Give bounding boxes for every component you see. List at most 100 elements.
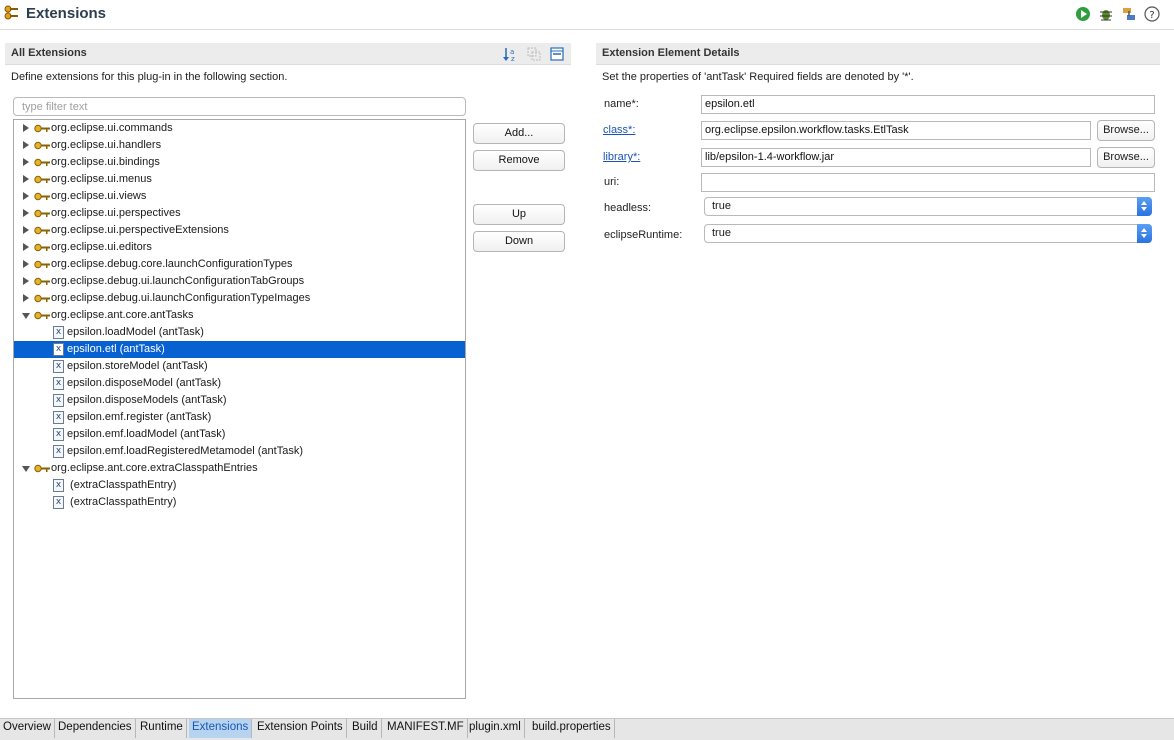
tree-item[interactable]: org.eclipse.ant.core.antTasks <box>14 307 465 324</box>
tree-item[interactable]: x epsilon.storeModel (antTask) <box>14 358 465 375</box>
extensions-tree[interactable]: org.eclipse.ui.commands org.eclipse.ui.h… <box>13 119 466 699</box>
tab-extension-points[interactable]: Extension Points <box>254 719 347 738</box>
tab-extensions[interactable]: Extensions <box>189 719 253 738</box>
expand-arrow-icon[interactable] <box>23 158 29 166</box>
help-icon[interactable]: ? <box>1144 6 1160 22</box>
extension-key-icon <box>34 158 50 167</box>
tree-item-selected[interactable]: x epsilon.etl (antTask) <box>14 341 465 358</box>
expand-arrow-icon[interactable] <box>23 209 29 217</box>
class-field[interactable]: org.eclipse.epsilon.workflow.tasks.EtlTa… <box>701 121 1091 140</box>
extension-key-icon <box>34 277 50 286</box>
tree-item[interactable]: x epsilon.loadModel (antTask) <box>14 324 465 341</box>
expand-arrow-icon[interactable] <box>23 175 29 183</box>
headless-select[interactable]: true <box>704 197 1152 216</box>
svg-text:?: ? <box>1149 10 1154 21</box>
tree-item[interactable]: org.eclipse.ui.editors <box>14 239 465 256</box>
library-browse-button[interactable]: Browse... <box>1097 147 1155 168</box>
extension-key-icon <box>34 464 50 473</box>
tree-item-label: org.eclipse.ui.views <box>51 190 147 202</box>
expand-arrow-icon[interactable] <box>23 141 29 149</box>
tab-manifest[interactable]: MANIFEST.MF <box>384 719 468 738</box>
tree-item[interactable]: org.eclipse.ui.perspectiveExtensions <box>14 222 465 239</box>
headless-label: headless: <box>604 202 652 214</box>
element-icon: x <box>53 343 64 356</box>
extension-key-icon <box>34 226 50 235</box>
tree-item-label: epsilon.emf.loadRegisteredMetamodel (ant… <box>67 445 304 457</box>
tree-item[interactable]: org.eclipse.debug.ui.launchConfiguration… <box>14 290 465 307</box>
editor-header: Extensions ? <box>0 0 1174 30</box>
library-field[interactable]: lib/epsilon-1.4-workflow.jar <box>701 148 1091 167</box>
tree-item[interactable]: org.eclipse.ui.bindings <box>14 154 465 171</box>
eclipse-runtime-select[interactable]: true <box>704 224 1152 243</box>
tree-item[interactable]: org.eclipse.ui.commands <box>14 120 465 137</box>
tree-item[interactable]: org.eclipse.ui.perspectives <box>14 205 465 222</box>
up-button[interactable]: Up <box>473 204 565 225</box>
expand-arrow-icon[interactable] <box>23 192 29 200</box>
expand-arrow-icon[interactable] <box>23 226 29 234</box>
tab-plugin-xml[interactable]: plugin.xml <box>466 719 525 738</box>
chevron-updown-icon[interactable] <box>1137 197 1152 216</box>
uri-field[interactable] <box>701 173 1155 192</box>
expand-arrow-icon[interactable] <box>23 277 29 285</box>
tab-dependencies[interactable]: Dependencies <box>55 719 136 738</box>
extension-key-icon <box>34 124 50 133</box>
tab-overview[interactable]: Overview <box>0 719 55 738</box>
class-link[interactable]: class*: <box>603 124 635 136</box>
tree-item[interactable]: org.eclipse.ant.core.extraClasspathEntri… <box>14 460 465 477</box>
tree-item[interactable]: x epsilon.disposeModels (antTask) <box>14 392 465 409</box>
svg-text:z: z <box>511 55 515 62</box>
expand-arrow-icon[interactable] <box>23 124 29 132</box>
tree-item-label: (extraClasspathEntry) <box>67 496 177 508</box>
tab-build-properties[interactable]: build.properties <box>529 719 615 738</box>
library-link[interactable]: library*: <box>603 151 640 163</box>
tree-item-label: org.eclipse.ui.bindings <box>51 156 160 168</box>
tree-item[interactable]: x (extraClasspathEntry) <box>14 477 465 494</box>
tree-item[interactable]: org.eclipse.ui.menus <box>14 171 465 188</box>
expand-arrow-icon[interactable] <box>23 294 29 302</box>
tree-item[interactable]: x epsilon.disposeModel (antTask) <box>14 375 465 392</box>
remove-button[interactable]: Remove <box>473 150 565 171</box>
collapse-all-icon[interactable] <box>549 46 565 62</box>
tree-item[interactable]: org.eclipse.debug.core.launchConfigurati… <box>14 256 465 273</box>
expand-arrow-icon[interactable] <box>23 243 29 251</box>
tree-item-label: epsilon.storeModel (antTask) <box>67 360 208 372</box>
run-icon[interactable] <box>1075 6 1091 22</box>
export-icon[interactable] <box>1121 6 1137 22</box>
tree-item-label: epsilon.emf.loadModel (antTask) <box>67 428 226 440</box>
tab-build[interactable]: Build <box>349 719 382 738</box>
tree-item[interactable]: x epsilon.emf.register (antTask) <box>14 409 465 426</box>
add-button[interactable]: Add... <box>473 123 565 144</box>
sort-icon[interactable]: a z <box>503 46 519 62</box>
collapse-arrow-icon[interactable] <box>22 466 30 472</box>
debug-icon[interactable] <box>1098 6 1114 22</box>
name-field[interactable]: epsilon.etl <box>701 95 1155 114</box>
tree-item[interactable]: org.eclipse.ui.handlers <box>14 137 465 154</box>
all-extensions-description: Define extensions for this plug-in in th… <box>11 71 288 83</box>
element-icon: x <box>53 445 64 458</box>
collapse-arrow-icon[interactable] <box>22 313 30 319</box>
expand-arrow-icon[interactable] <box>23 260 29 268</box>
tree-item-label: org.eclipse.ui.handlers <box>51 139 162 151</box>
uri-label: uri: <box>604 176 620 188</box>
chevron-updown-icon[interactable] <box>1137 224 1152 243</box>
details-title: Extension Element Details <box>602 47 740 59</box>
expand-all-icon[interactable] <box>526 46 542 62</box>
element-icon: x <box>53 428 64 441</box>
down-button[interactable]: Down <box>473 231 565 252</box>
extension-key-icon <box>34 175 50 184</box>
all-extensions-header: All Extensions a z <box>5 43 571 65</box>
element-icon: x <box>53 326 64 339</box>
tree-item[interactable]: x (extraClasspathEntry) <box>14 494 465 511</box>
tab-runtime[interactable]: Runtime <box>137 719 187 738</box>
filter-input[interactable] <box>13 97 466 116</box>
tree-item-label: org.eclipse.ant.core.antTasks <box>51 309 194 321</box>
class-browse-button[interactable]: Browse... <box>1097 120 1155 141</box>
tree-item-label: epsilon.etl (antTask) <box>67 343 165 355</box>
tree-item[interactable]: x epsilon.emf.loadRegisteredMetamodel (a… <box>14 443 465 460</box>
tree-item[interactable]: org.eclipse.ui.views <box>14 188 465 205</box>
tree-item[interactable]: x epsilon.emf.loadModel (antTask) <box>14 426 465 443</box>
extension-key-icon <box>34 192 50 201</box>
tree-item[interactable]: org.eclipse.debug.ui.launchConfiguration… <box>14 273 465 290</box>
tree-item-label: epsilon.loadModel (antTask) <box>67 326 204 338</box>
extensions-icon <box>4 5 18 20</box>
